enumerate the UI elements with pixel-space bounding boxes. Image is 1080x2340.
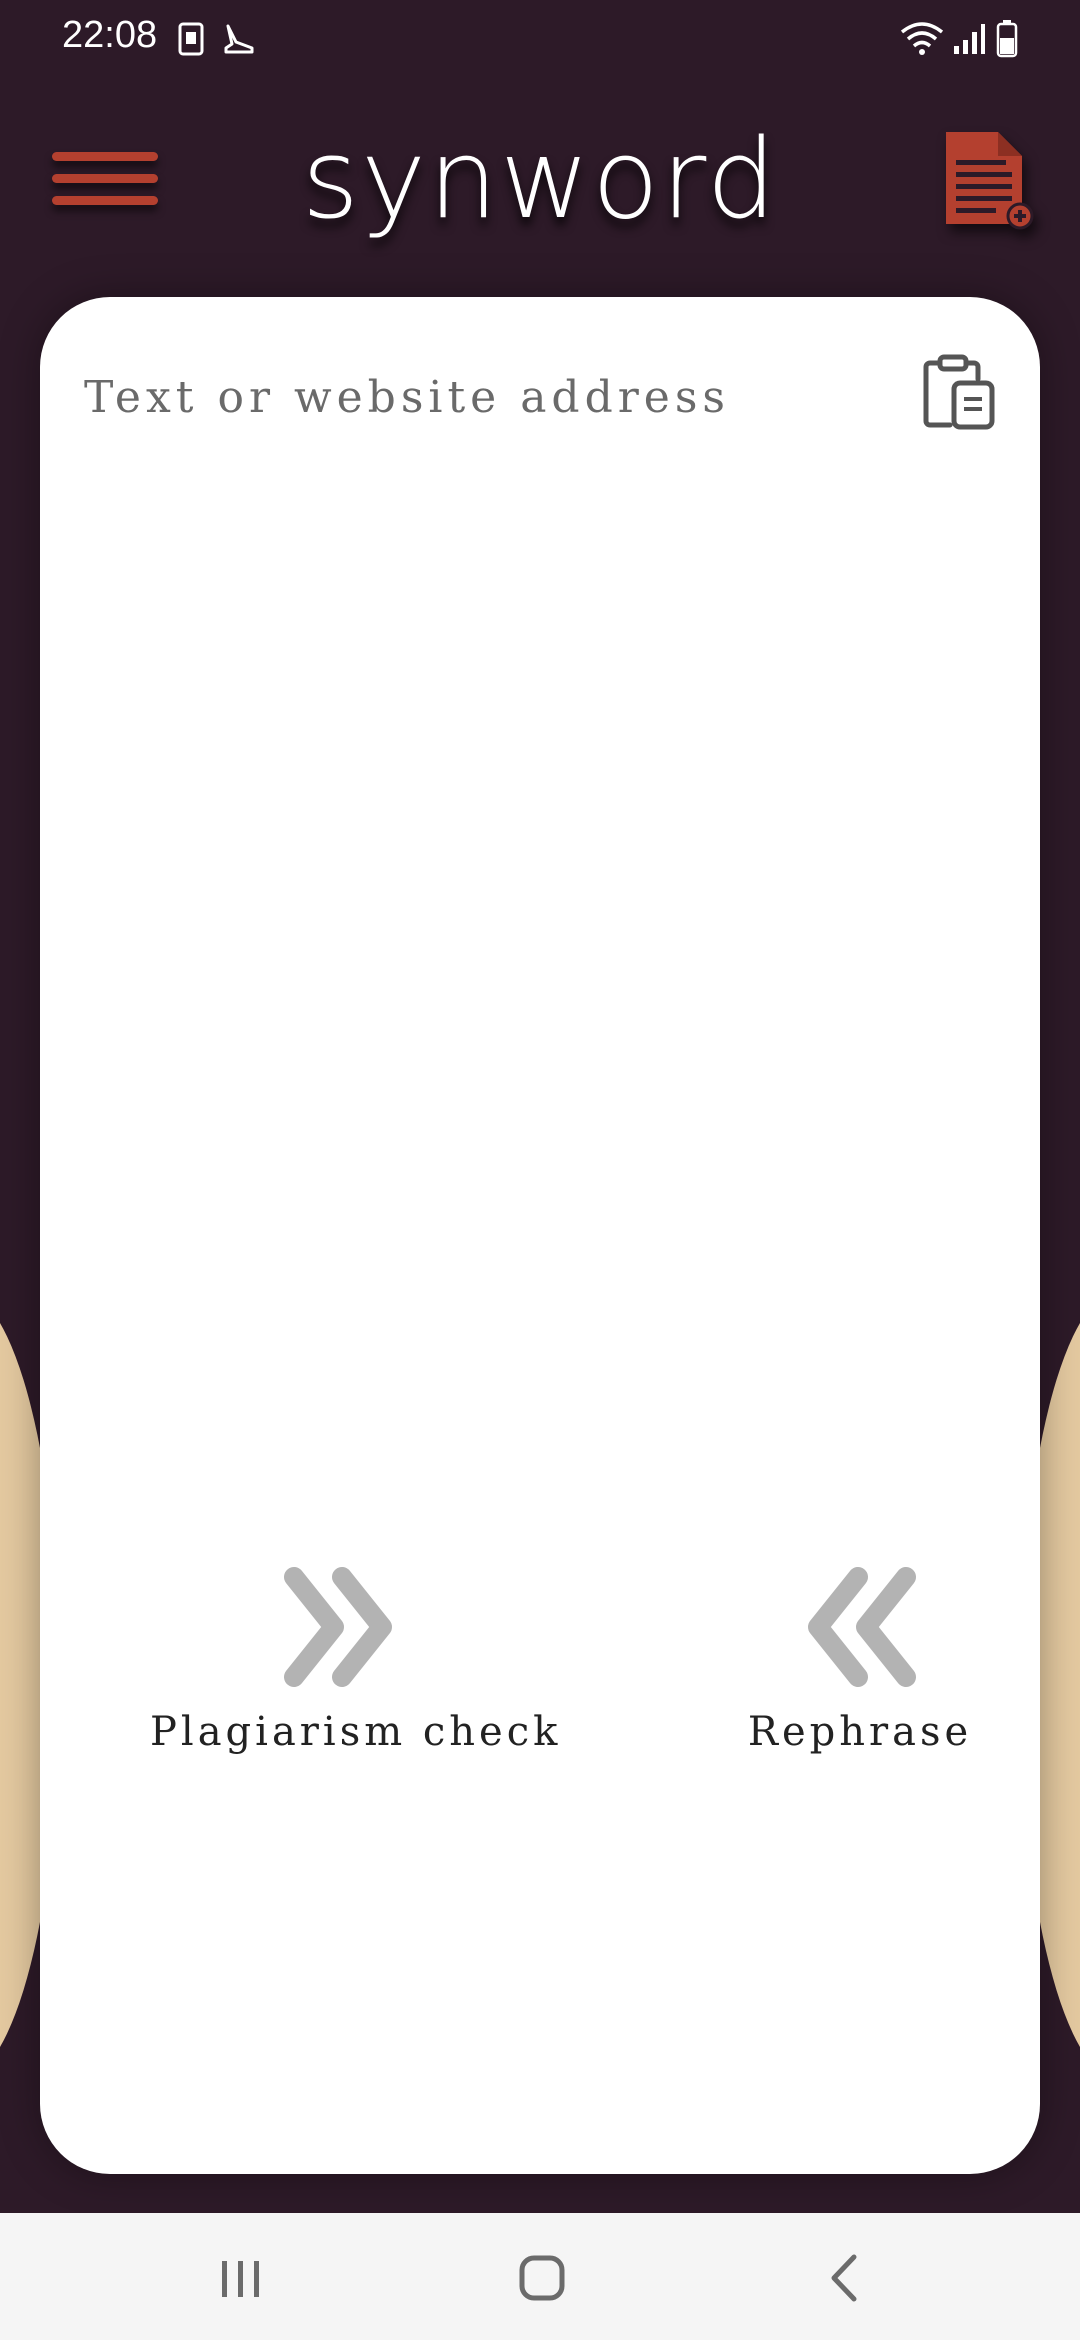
wifi-icon [900,22,944,55]
plagiarism-check-label: Plagiarism check [150,1709,562,1755]
app-title: synword [301,115,779,243]
text-input[interactable] [84,357,904,437]
double-chevron-right-icon [284,1567,392,1687]
sim-card-icon [178,22,204,56]
signal-icon [954,24,985,54]
system-nav-bar [0,2213,1080,2340]
plagiarism-check-button[interactable]: Plagiarism check [150,1567,562,1755]
clipboard-paste-icon [923,354,995,430]
rephrase-button[interactable]: Rephrase [680,1567,1040,1755]
new-document-icon [946,132,1034,230]
new-document-button[interactable] [940,128,1040,238]
recents-button[interactable] [200,2243,280,2313]
menu-button[interactable] [52,148,162,212]
paste-button[interactable] [920,353,1000,433]
status-time: 22:08 [62,14,158,56]
editor-card: Plagiarism check Rephrase [40,297,1040,2174]
home-icon [519,2255,565,2301]
rephrase-label: Rephrase [747,1709,973,1755]
recents-icon [222,2261,259,2297]
double-chevron-left-icon [808,1567,916,1687]
shoe-icon [224,24,254,54]
status-bar: 22:08 [0,0,1080,80]
app-screen: 22:08 synword Text or website address Pl… [0,0,1080,2340]
battery-icon [996,20,1018,58]
home-button[interactable] [502,2243,582,2313]
back-button[interactable] [806,2243,886,2313]
back-icon [831,2254,857,2302]
